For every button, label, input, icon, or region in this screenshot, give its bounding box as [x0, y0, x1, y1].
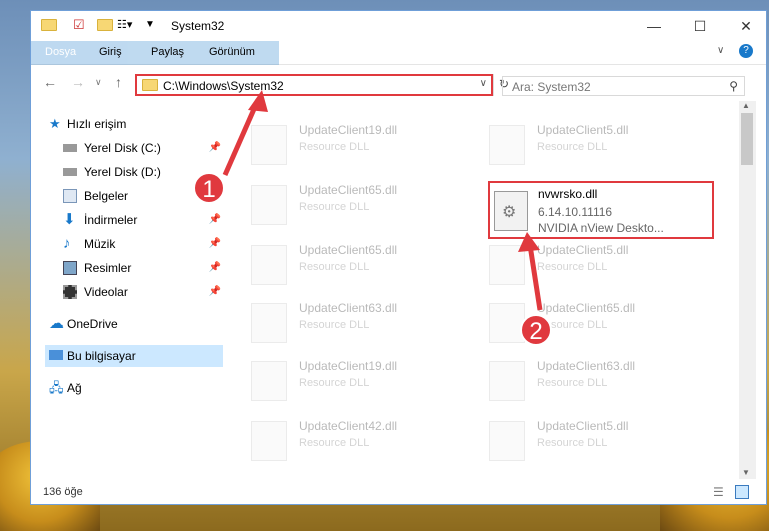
- step-marker-1: 1: [193, 172, 225, 204]
- annotation-arrows: [222, 90, 543, 311]
- step-marker-2: 2: [520, 314, 552, 346]
- arrow-2-head: [518, 232, 540, 252]
- arrow-1-head: [248, 90, 268, 112]
- arrow-2-line: [527, 244, 543, 311]
- arrow-1-line: [222, 98, 261, 177]
